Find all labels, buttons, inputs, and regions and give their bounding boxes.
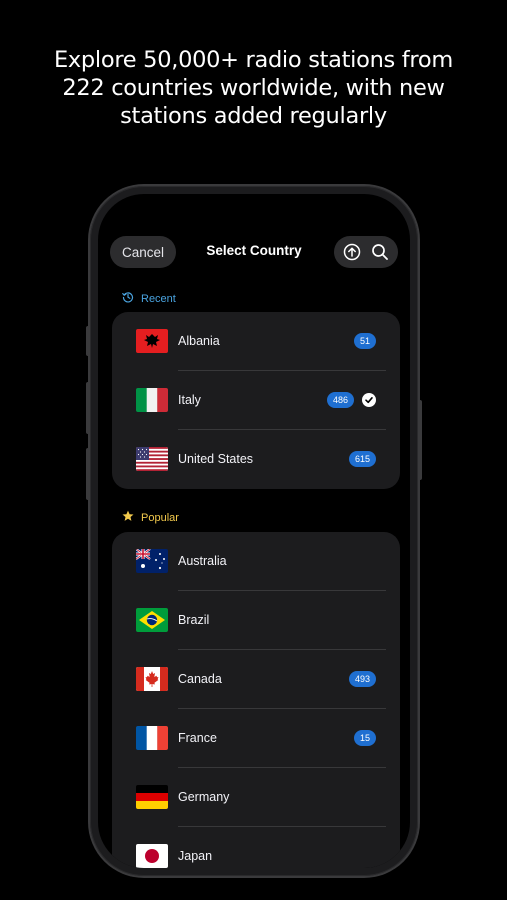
country-name: Albania	[178, 334, 220, 348]
canada-flag-icon	[136, 667, 168, 691]
country-row-italy[interactable]: Italy 486	[112, 371, 400, 430]
country-row-germany[interactable]: Germany	[112, 768, 400, 827]
section-header-recent: Recent	[122, 291, 176, 306]
phone-frame: Cancel Select Country Recent Albania 51 …	[86, 186, 422, 876]
upload-circle-icon[interactable]	[342, 242, 362, 262]
country-row-canada[interactable]: Canada 493	[112, 650, 400, 709]
navigation-bar: Cancel Select Country	[110, 236, 398, 270]
france-flag-icon	[136, 726, 168, 750]
station-count-badge: 493	[348, 671, 376, 687]
cancel-button[interactable]: Cancel	[110, 236, 176, 268]
phone-power-button	[418, 400, 422, 480]
search-icon[interactable]	[370, 242, 390, 262]
albania-flag-icon	[136, 329, 168, 353]
country-row-brazil[interactable]: Brazil	[112, 591, 400, 650]
japan-flag-icon	[136, 844, 168, 868]
united-states-flag-icon	[136, 447, 168, 471]
country-name: Japan	[178, 849, 213, 863]
country-name: Australia	[178, 554, 227, 568]
station-count-badge: 15	[353, 730, 376, 746]
star-icon	[122, 510, 134, 525]
recent-countries-list: Albania 51 Italy 486 United States 615	[112, 312, 400, 489]
station-count-badge: 615	[348, 451, 376, 467]
country-row-france[interactable]: France 15	[112, 709, 400, 768]
section-label: Recent	[141, 292, 176, 305]
country-name: Canada	[178, 672, 222, 686]
phone-screen: Cancel Select Country Recent Albania 51 …	[98, 194, 410, 868]
italy-flag-icon	[136, 388, 168, 412]
country-row-albania[interactable]: Albania 51	[112, 312, 400, 371]
germany-flag-icon	[136, 785, 168, 809]
promo-headline-line: 222 countries worldwide, with new	[62, 75, 445, 101]
station-count-badge: 51	[353, 333, 376, 349]
country-row-australia[interactable]: Australia	[112, 532, 400, 591]
station-count-badge: 486	[326, 392, 354, 408]
section-label: Popular	[141, 511, 179, 524]
promo-headline-line: Explore 50,000+ radio stations from	[54, 47, 453, 73]
checkmark-icon	[362, 393, 376, 407]
promo-headline: Explore 50,000+ radio stations from 222 …	[0, 46, 507, 130]
country-name: France	[178, 731, 217, 745]
history-clock-icon	[122, 291, 134, 306]
phone-volume-down-button	[86, 448, 90, 500]
phone-volume-up-button	[86, 382, 90, 434]
australia-flag-icon	[136, 549, 168, 573]
country-name: Brazil	[178, 613, 210, 627]
promo-headline-line: stations added regularly	[120, 103, 387, 129]
country-name: Germany	[178, 790, 230, 804]
popular-countries-list: Australia Brazil Canada 493 France 15 Ge…	[112, 532, 400, 868]
country-row-united-states[interactable]: United States 615	[112, 430, 400, 489]
country-name: Italy	[178, 393, 201, 407]
nav-actions-group	[334, 236, 398, 268]
section-header-popular: Popular	[122, 510, 179, 525]
brazil-flag-icon	[136, 608, 168, 632]
country-row-japan[interactable]: Japan	[112, 827, 400, 868]
phone-mute-switch	[86, 326, 90, 356]
country-name: United States	[178, 452, 254, 466]
